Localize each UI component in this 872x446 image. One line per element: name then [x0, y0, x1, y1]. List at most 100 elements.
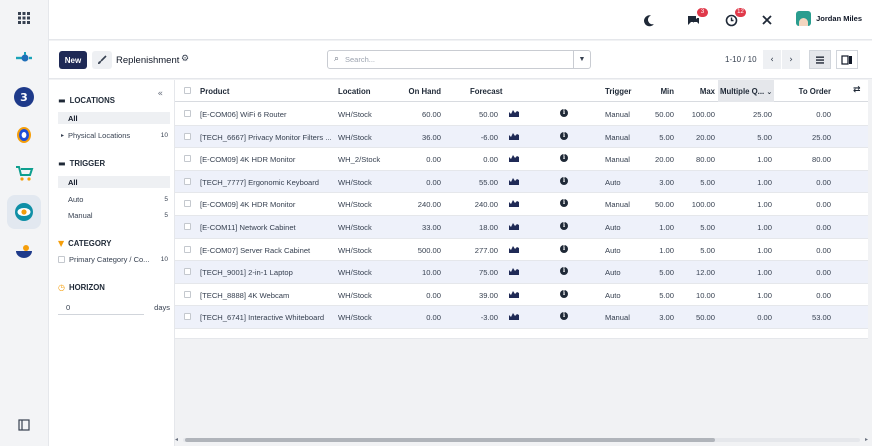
col-min[interactable]: Min: [645, 87, 674, 96]
table-row[interactable]: [E-COM11] Network Cabinet WH/Stock 33.00 18…: [175, 216, 868, 239]
select-all-checkbox[interactable]: [184, 87, 191, 94]
table-row[interactable]: [TECH_6667] Privacy Monitor Filters ... W…: [175, 125, 868, 149]
horizon-unit: days: [154, 303, 170, 312]
col-max[interactable]: Max: [680, 87, 715, 96]
info-icon[interactable]: i: [560, 154, 568, 163]
gear-icon[interactable]: ⚙: [181, 54, 189, 64]
info-icon[interactable]: i: [560, 222, 568, 230]
table-row[interactable]: [E-COM09] 4K HDR Monitor WH/Stock 240.00 24…: [175, 193, 868, 216]
tools-icon[interactable]: [758, 11, 776, 29]
chat-icon[interactable]: 3: [684, 8, 708, 29]
locations-all[interactable]: All: [58, 112, 170, 124]
row-checkbox[interactable]: [184, 290, 191, 298]
scroll-right-icon[interactable]: ▸: [865, 436, 868, 443]
row-checkbox[interactable]: [184, 313, 191, 321]
table-row[interactable]: [TECH_6741] Interactive Whiteboard WH/Sto…: [175, 306, 868, 329]
forecast-graph-icon[interactable]: [509, 154, 519, 164]
info-icon[interactable]: i: [560, 289, 568, 298]
row-checkbox[interactable]: [184, 268, 191, 276]
col-location[interactable]: Location: [338, 87, 371, 96]
cart-app-icon[interactable]: [7, 156, 41, 190]
forecast-graph-icon[interactable]: [509, 312, 519, 322]
apps-grid-icon[interactable]: [7, 1, 41, 35]
info-icon[interactable]: i: [560, 131, 568, 140]
info-icon[interactable]: i: [560, 199, 568, 208]
table-row[interactable]: [E-COM07] Server Rack Cabinet WH/Stock 500…: [175, 239, 868, 262]
row-checkbox[interactable]: [184, 177, 191, 185]
optional-columns-icon[interactable]: ⇄: [853, 85, 861, 95]
trigger-all[interactable]: All: [58, 176, 170, 188]
forecast-graph-icon[interactable]: [509, 109, 519, 119]
cell-min: 20.00: [654, 155, 674, 165]
scroll-left-icon[interactable]: ◂: [175, 436, 178, 443]
cell-location: WH/Stock: [338, 200, 372, 210]
split-view-button[interactable]: [836, 50, 858, 69]
dark-mode-moon-icon[interactable]: [639, 11, 657, 29]
cell-trigger: Auto: [605, 268, 621, 278]
row-checkbox[interactable]: [184, 110, 191, 117]
pager-previous-button[interactable]: ‹: [763, 50, 781, 69]
info-icon[interactable]: i: [560, 267, 568, 276]
activity-clock-icon[interactable]: 12: [722, 8, 746, 29]
list-view-button[interactable]: [809, 50, 831, 69]
row-checkbox[interactable]: [184, 132, 191, 140]
col-on-hand[interactable]: On Hand: [395, 87, 442, 96]
table-row[interactable]: [E-COM09] 4K HDR Monitor WH_2/Stock 0.00 0.…: [175, 148, 868, 171]
horizontal-scrollbar[interactable]: ◂ ▸: [175, 436, 868, 444]
sidebar-toggle-icon[interactable]: [7, 408, 41, 442]
cell-product: [TECH_6741] Interactive Whiteboard: [200, 313, 325, 323]
caret-right-icon[interactable]: ▸: [61, 132, 64, 139]
collapse-panel-icon[interactable]: «: [157, 89, 163, 99]
row-checkbox[interactable]: [184, 200, 191, 208]
folder-icon: ▬: [58, 159, 66, 168]
cell-product: [E-COM09] 4K HDR Monitor: [200, 155, 296, 165]
info-icon[interactable]: i: [560, 176, 568, 185]
pager-value[interactable]: 1-10 / 10: [725, 55, 757, 64]
cell-max: 10.00: [695, 290, 715, 300]
col-trigger[interactable]: Trigger: [605, 87, 631, 96]
cell-on-hand: 0.00: [426, 290, 441, 300]
cell-location: WH/Stock: [338, 290, 372, 300]
col-to-order[interactable]: To Order: [775, 87, 831, 96]
forecast-graph-icon[interactable]: [509, 222, 519, 232]
table-row[interactable]: [E-COM06] WiFi 6 Router WH/Stock 60.00 50.0…: [175, 103, 868, 126]
trigger-manual[interactable]: Manual 5: [58, 209, 170, 221]
search-dropdown-toggle[interactable]: ▼: [573, 51, 590, 68]
forecast-graph-icon[interactable]: [509, 199, 519, 209]
table-row[interactable]: [TECH_7777] Ergonomic Keyboard WH/Stock 0.…: [175, 170, 868, 194]
trigger-auto[interactable]: Auto 5: [58, 193, 170, 205]
brush-icon[interactable]: [92, 51, 112, 69]
search-input[interactable]: [345, 53, 565, 66]
row-checkbox[interactable]: [184, 223, 191, 230]
scroll-thumb[interactable]: [185, 438, 715, 442]
forecast-graph-icon[interactable]: [509, 245, 519, 255]
eye-app-icon[interactable]: [7, 195, 41, 229]
cell-product: [TECH_8888] 4K Webcam: [200, 290, 290, 300]
info-icon[interactable]: i: [560, 109, 568, 117]
info-icon[interactable]: i: [560, 312, 568, 321]
user-menu[interactable]: Jordan Miles: [796, 11, 862, 26]
pager-next-button[interactable]: ›: [782, 50, 800, 69]
row-checkbox[interactable]: [184, 245, 191, 253]
new-button[interactable]: New: [59, 51, 87, 69]
category-primary[interactable]: Primary Category / Co... 10: [58, 253, 170, 265]
3-app-icon[interactable]: 3: [7, 80, 41, 114]
connector-app-icon[interactable]: [7, 41, 41, 75]
forecast-graph-icon[interactable]: [509, 132, 519, 142]
table-row[interactable]: [TECH_8888] 4K Webcam WH/Stock 0.00 39.00 Au…: [175, 284, 868, 307]
location-physical-locations[interactable]: ▸ Physical Locations 10: [58, 129, 170, 141]
col-product[interactable]: Product: [200, 87, 229, 96]
cell-max: 50.00: [695, 313, 715, 323]
category-checkbox[interactable]: [58, 255, 65, 263]
forecast-graph-icon[interactable]: [509, 267, 519, 277]
info-icon[interactable]: i: [560, 244, 568, 253]
horizon-input[interactable]: [58, 300, 144, 315]
table-row[interactable]: [TECH_9001] 2-in-1 Laptop WH/Stock 10.00 75…: [175, 261, 868, 284]
row-checkbox[interactable]: [184, 155, 191, 163]
drop-app-icon[interactable]: [7, 117, 41, 151]
forecast-graph-icon[interactable]: [509, 177, 519, 187]
col-multiple-quantity[interactable]: Multiple Q... ⌄: [720, 87, 772, 96]
bowl-app-icon[interactable]: [7, 234, 41, 268]
col-forecast[interactable]: Forecast: [470, 87, 503, 96]
forecast-graph-icon[interactable]: [509, 290, 519, 300]
